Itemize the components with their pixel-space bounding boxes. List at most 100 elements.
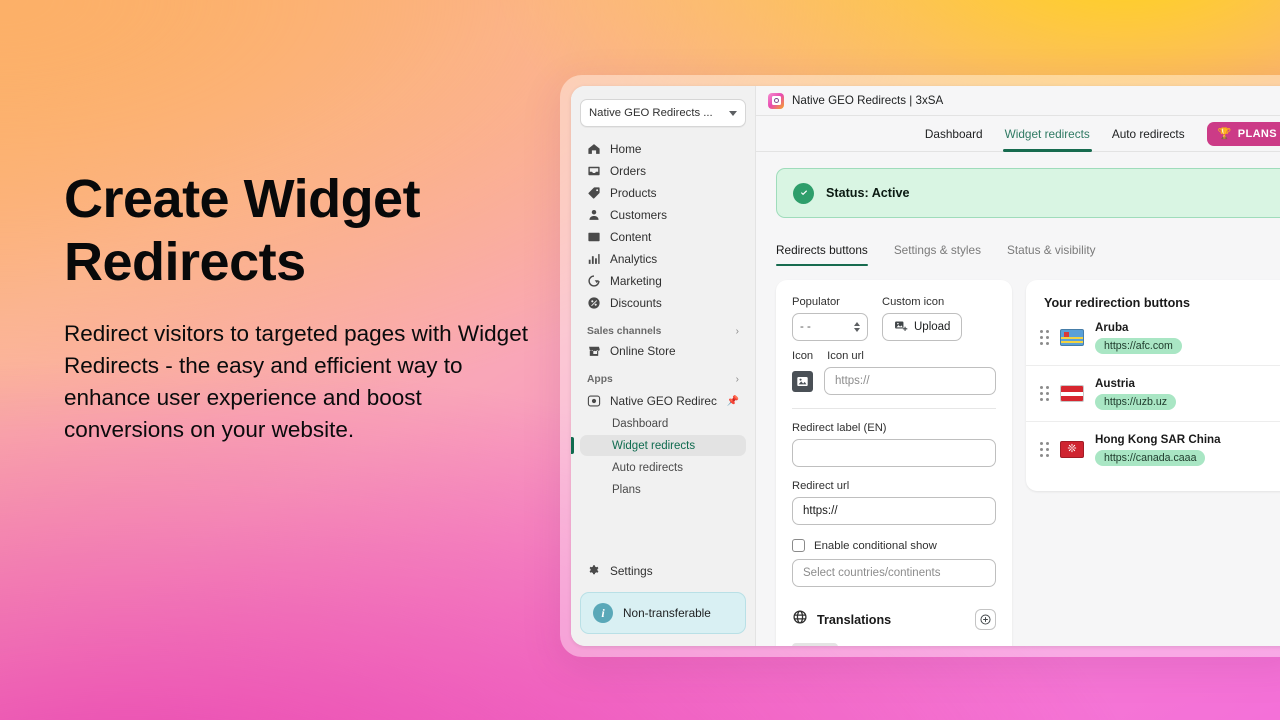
- sidebar-item-customers[interactable]: Customers: [580, 204, 746, 226]
- tab-label: Widget redirects: [1004, 126, 1090, 141]
- sidebar-item-label: Content: [610, 230, 652, 244]
- sidebar-item-label: Products: [610, 186, 657, 200]
- sidebar-item-label: Home: [610, 142, 642, 156]
- sidebar-item-analytics[interactable]: Analytics: [580, 248, 746, 270]
- subtab-label: Redirects buttons: [776, 243, 868, 257]
- drag-handle-icon[interactable]: [1040, 330, 1049, 345]
- promo-headline: Create Widget Redirects: [64, 169, 421, 293]
- drag-handle-icon[interactable]: [1040, 442, 1049, 457]
- orders-icon: [587, 164, 601, 178]
- content-icon: [587, 230, 601, 244]
- sidebar-section-sales-channels[interactable]: Sales channels ›: [580, 326, 746, 337]
- home-icon: [587, 142, 601, 156]
- image-placeholder-icon[interactable]: [792, 370, 813, 392]
- drag-handle-icon[interactable]: [1040, 386, 1049, 401]
- trophy-icon: 🏆: [1217, 128, 1232, 140]
- subitem-label: Widget redirects: [612, 439, 696, 452]
- subtab-status-visibility[interactable]: Status & visibility: [1007, 243, 1096, 266]
- chevron-down-icon: [729, 110, 737, 116]
- sidebar-item-home[interactable]: Home: [580, 138, 746, 160]
- stepper-icon: [854, 322, 860, 332]
- app-icon: [587, 394, 601, 408]
- sidebar-item-label: Marketing: [610, 274, 662, 288]
- redirect-url-chip: https://afc.com: [1095, 338, 1182, 354]
- promo-block: Create Widget Redirects Redirect visitor…: [64, 168, 534, 446]
- plans-button-label: PLANS: [1237, 127, 1277, 140]
- tab-widget-redirects[interactable]: Widget redirects: [1002, 116, 1093, 152]
- tab-auto-redirects[interactable]: Auto redirects: [1112, 116, 1185, 152]
- redirect-url-input[interactable]: https://: [792, 497, 996, 525]
- promo-body: Redirect visitors to targeted pages with…: [64, 321, 528, 443]
- app-tabbar: Dashboard Widget redirects Auto redirect…: [756, 116, 1280, 152]
- icon-label: Icon: [792, 350, 814, 362]
- conditional-show-label: Enable conditional show: [814, 539, 937, 552]
- section-title: Sales channels: [587, 326, 662, 337]
- sidebar-item-label: Analytics: [610, 252, 658, 266]
- sidebar-item-label: Discounts: [610, 296, 662, 310]
- bar-chart-icon: [587, 252, 601, 266]
- country-name: Austria: [1095, 377, 1135, 390]
- tab-dashboard[interactable]: Dashboard: [925, 116, 983, 152]
- sidebar-item-marketing[interactable]: Marketing: [580, 270, 746, 292]
- conditional-show-row[interactable]: Enable conditional show: [792, 539, 996, 552]
- store-icon: [587, 344, 601, 358]
- redirection-buttons-card: Your redirection buttons Aruba https://a…: [1026, 280, 1280, 491]
- chevron-right-icon: ›: [735, 326, 739, 337]
- sidebar-item-label: Settings: [610, 564, 653, 578]
- globe-icon: [792, 609, 808, 630]
- subtab-redirects-buttons[interactable]: Redirects buttons: [776, 243, 868, 266]
- subitem-label: Dashboard: [612, 417, 669, 430]
- store-picker-label: Native GEO Redirects ...: [589, 107, 713, 119]
- sidebar-item-content[interactable]: Content: [580, 226, 746, 248]
- sidebar-subitem-widget-redirects[interactable]: Widget redirects: [571, 435, 746, 456]
- form-divider: [792, 408, 996, 409]
- populator-row: Populator - - Custom icon Upload: [792, 296, 996, 341]
- gear-icon: [587, 564, 601, 578]
- populator-select[interactable]: - -: [792, 313, 868, 341]
- redirect-url-label: Redirect url: [792, 480, 850, 492]
- app-title: Native GEO Redirects | 3xSA: [792, 94, 944, 107]
- sidebar-subitem-auto-redirects[interactable]: Auto redirects: [580, 457, 746, 478]
- plans-button[interactable]: 🏆 PLANS: [1206, 121, 1280, 146]
- sidebar-item-orders[interactable]: Orders: [580, 160, 746, 182]
- discount-icon: [587, 296, 601, 310]
- conditional-show-checkbox[interactable]: [792, 539, 805, 552]
- megaphone-icon: [587, 274, 601, 288]
- subtab-label: Settings & styles: [893, 243, 982, 257]
- add-translation-icon[interactable]: [975, 609, 996, 630]
- custom-icon-label: Custom icon: [882, 296, 945, 308]
- redirect-label-input[interactable]: [792, 439, 996, 467]
- sidebar-item-label: Customers: [610, 208, 668, 222]
- sidebar-item-native-geo-redirects[interactable]: Native GEO Redirec... 📌: [580, 390, 746, 412]
- sidebar-item-settings[interactable]: Settings: [580, 560, 746, 582]
- pin-icon[interactable]: 📌: [727, 396, 739, 407]
- chevron-right-icon: ›: [735, 374, 739, 385]
- countries-select-input[interactable]: Select countries/continents: [792, 559, 996, 587]
- redirect-button-row[interactable]: ❊ Hong Kong SAR China https://canada.caa…: [1026, 422, 1280, 477]
- check-circle-icon: [793, 182, 814, 204]
- redirect-button-row[interactable]: Aruba https://afc.com: [1026, 310, 1280, 366]
- upload-button[interactable]: Upload: [882, 313, 963, 341]
- subtab-settings-styles[interactable]: Settings & styles: [894, 243, 981, 266]
- sidebar-section-apps[interactable]: Apps ›: [580, 374, 746, 385]
- redirect-button-row[interactable]: Austria https://uzb.uz: [1026, 366, 1280, 422]
- sidebar-item-online-store[interactable]: Online Store: [580, 340, 746, 362]
- sidebar-item-products[interactable]: Products: [580, 182, 746, 204]
- sidebar-item-label: Native GEO Redirec...: [610, 394, 718, 408]
- flag-icon-hong-kong: ❊: [1060, 441, 1084, 458]
- subitem-label: Auto redirects: [612, 461, 683, 474]
- store-picker[interactable]: Native GEO Redirects ...: [580, 99, 746, 127]
- status-text: Status: Active: [826, 186, 910, 200]
- non-transferable-label: Non-transferable: [623, 606, 711, 620]
- redirect-url-chip: https://uzb.uz: [1095, 394, 1177, 410]
- app-header: Native GEO Redirects | 3xSA: [756, 86, 1280, 116]
- icon-url-input[interactable]: https://: [824, 367, 996, 395]
- sidebar-item-label: Orders: [610, 164, 647, 178]
- redirect-label-label: Redirect label (EN): [792, 422, 887, 434]
- content-columns: Populator - - Custom icon Upload Icon Ic…: [776, 280, 1280, 646]
- sidebar-subitem-dashboard[interactable]: Dashboard: [580, 413, 746, 434]
- sidebar-item-discounts[interactable]: Discounts: [580, 292, 746, 314]
- populator-value: - -: [800, 321, 811, 333]
- country-name: Hong Kong SAR China: [1095, 433, 1221, 446]
- sidebar-subitem-plans[interactable]: Plans: [580, 479, 746, 500]
